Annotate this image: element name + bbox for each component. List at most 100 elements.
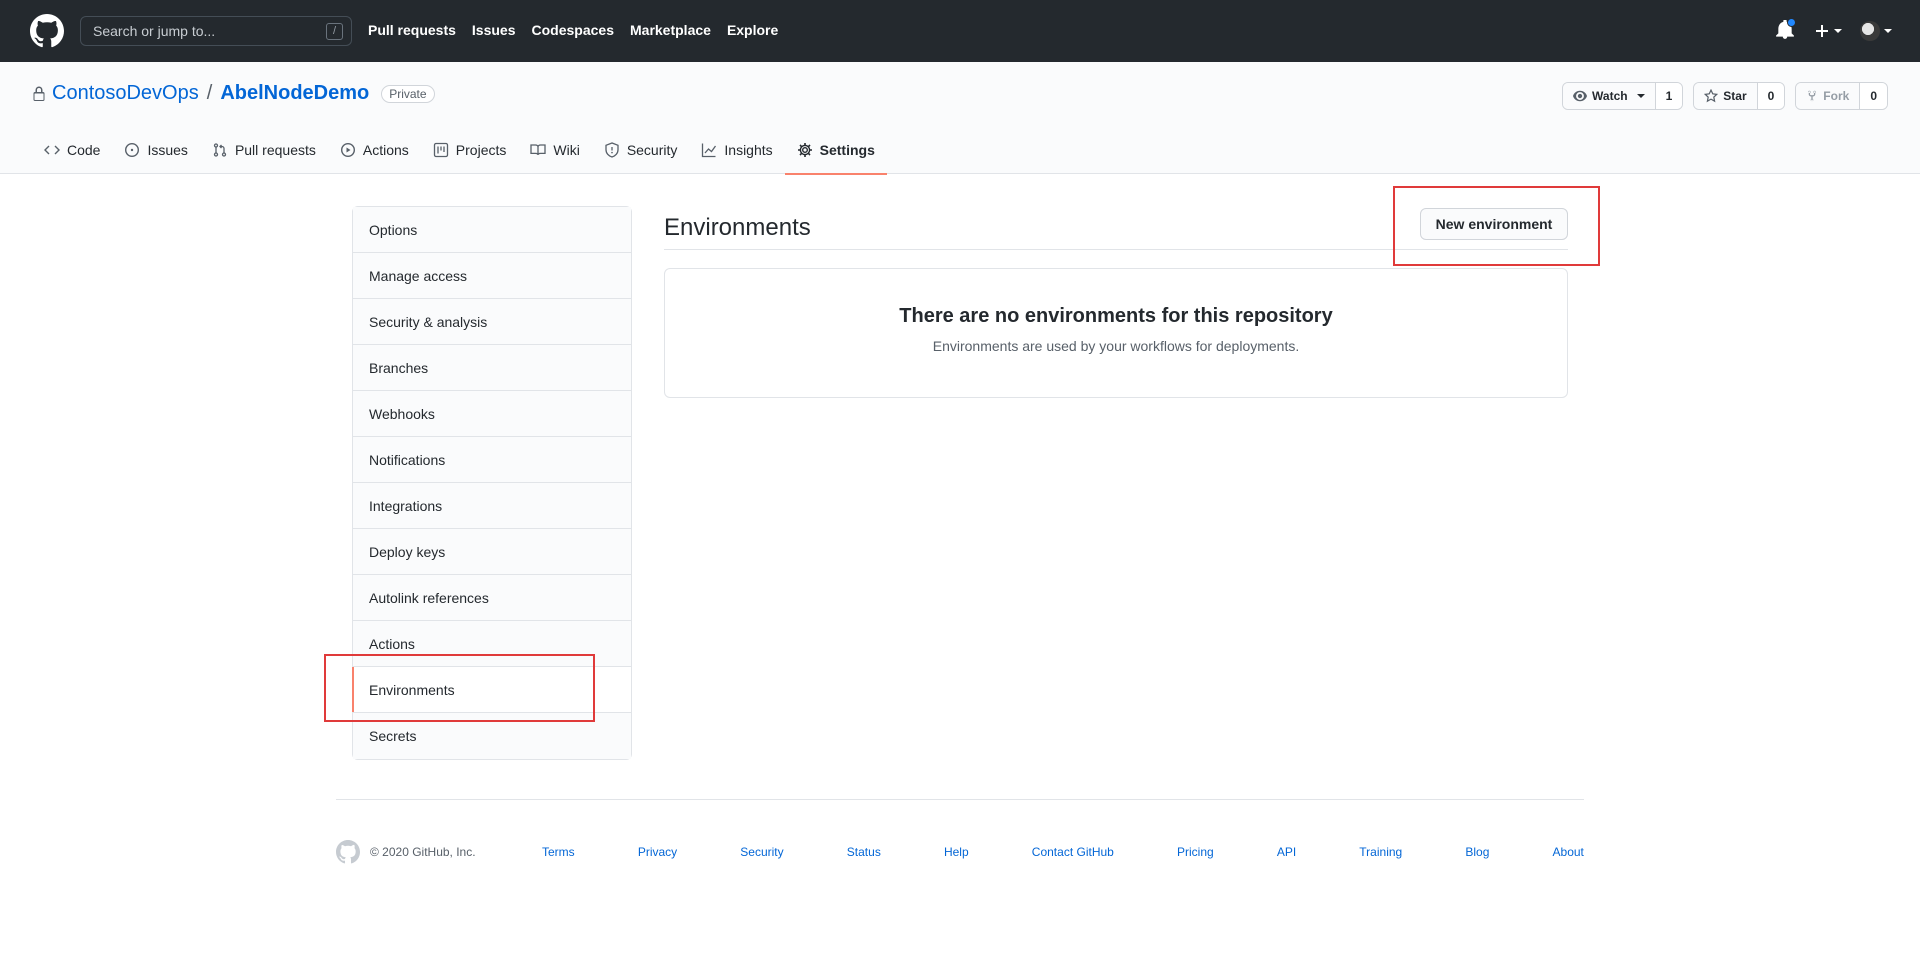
sidebar-item-webhooks[interactable]: Webhooks (353, 391, 631, 437)
github-logo-icon[interactable] (30, 14, 64, 48)
tab-insights[interactable]: Insights (689, 126, 784, 174)
nav-marketplace[interactable]: Marketplace (630, 22, 711, 38)
issue-icon (125, 142, 140, 158)
pull-request-icon (213, 143, 227, 157)
play-icon (340, 142, 355, 158)
search-input[interactable]: Search or jump to... / (80, 16, 352, 46)
watch-count[interactable]: 1 (1655, 83, 1683, 109)
tab-pull-requests[interactable]: Pull requests (200, 126, 328, 174)
chevron-down-icon (1834, 29, 1842, 33)
tab-issues[interactable]: Issues (112, 126, 199, 174)
tab-label: Code (67, 142, 101, 158)
blankslate-text: Environments are used by your workflows … (932, 338, 1300, 354)
tab-actions[interactable]: Actions (328, 126, 421, 174)
nav-issues[interactable]: Issues (472, 22, 516, 38)
sidebar-item-branches[interactable]: Branches (353, 345, 631, 391)
star-count[interactable]: 0 (1757, 83, 1785, 109)
tab-label: Issues (147, 142, 188, 158)
tab-label: Wiki (553, 142, 580, 158)
sidebar-item-actions[interactable]: Actions (353, 621, 631, 667)
chevron-down-icon (1884, 29, 1892, 33)
settings-sidebar: Options Manage access Security & analysi… (352, 206, 632, 760)
sidebar-item-integrations[interactable]: Integrations (353, 483, 631, 529)
nav-pull-requests[interactable]: Pull requests (368, 22, 456, 38)
footer-link-help[interactable]: Help (944, 845, 969, 859)
blankslate-title: There are no environments for this repos… (899, 305, 1333, 327)
new-environment-button[interactable]: New environment (1420, 208, 1568, 240)
chevron-down-icon (1636, 94, 1645, 98)
repo-title: ContosoDevOps / AbelNodeDemo Private (32, 82, 435, 105)
repo-nav: Code Issues Pull requests Actions Projec… (32, 126, 888, 175)
fork-button[interactable]: Fork (1796, 83, 1861, 109)
star-icon (1704, 89, 1719, 103)
footer-link-contact[interactable]: Contact GitHub (1032, 845, 1114, 859)
tab-label: Projects (455, 142, 507, 158)
eye-icon (1573, 90, 1588, 102)
fork-label: Fork (1823, 89, 1850, 103)
book-icon (530, 144, 547, 156)
watch-button-group: Watch 1 (1562, 82, 1684, 110)
repo-actions: Watch 1 Star 0 Fork 0 (1562, 82, 1888, 110)
footer-link-security[interactable]: Security (740, 845, 783, 859)
footer-link-privacy[interactable]: Privacy (638, 845, 677, 859)
graph-icon (702, 143, 717, 158)
fork-count[interactable]: 0 (1860, 83, 1887, 109)
notifications-button[interactable] (1776, 18, 1796, 42)
sidebar-item-options[interactable]: Options (353, 207, 631, 253)
nav-codespaces[interactable]: Codespaces (532, 22, 614, 38)
title-divider (664, 249, 1568, 250)
tab-label: Pull requests (234, 142, 316, 158)
tab-projects[interactable]: Projects (421, 126, 519, 174)
nav-explore[interactable]: Explore (727, 22, 778, 38)
plus-icon (1816, 25, 1828, 37)
project-icon (433, 142, 448, 158)
sidebar-item-secrets[interactable]: Secrets (353, 713, 631, 759)
sidebar-item-deploy-keys[interactable]: Deploy keys (353, 529, 631, 575)
sidebar-item-autolink-references[interactable]: Autolink references (353, 575, 631, 621)
sidebar-item-manage-access[interactable]: Manage access (353, 253, 631, 299)
tab-wiki[interactable]: Wiki (518, 126, 591, 174)
tab-label: Insights (724, 142, 773, 158)
repo-separator: / (206, 82, 213, 104)
star-button-group: Star 0 (1693, 82, 1786, 110)
header-actions (1776, 18, 1892, 42)
footer-link-pricing[interactable]: Pricing (1177, 845, 1214, 859)
footer-link-training[interactable]: Training (1359, 845, 1402, 859)
sidebar-item-notifications[interactable]: Notifications (353, 437, 631, 483)
blankslate: There are no environments for this repos… (664, 268, 1568, 398)
repo-name-link[interactable]: AbelNodeDemo (220, 82, 369, 105)
watch-label: Watch (1592, 89, 1628, 103)
footer-link-status[interactable]: Status (847, 845, 881, 859)
code-icon (44, 145, 60, 155)
repo-owner-link[interactable]: ContosoDevOps (52, 82, 199, 105)
tab-settings[interactable]: Settings (784, 126, 888, 175)
sidebar-item-security-analysis[interactable]: Security & analysis (353, 299, 631, 345)
create-new-button[interactable] (1814, 23, 1842, 39)
user-menu-button[interactable] (1860, 21, 1892, 41)
watch-button[interactable]: Watch (1563, 83, 1656, 109)
github-mark-icon[interactable] (336, 840, 360, 864)
footer: © 2020 GitHub, Inc. Terms Privacy Securi… (336, 840, 1584, 864)
footer-link-api[interactable]: API (1277, 845, 1296, 859)
star-button[interactable]: Star (1694, 83, 1758, 109)
search-placeholder: Search or jump to... (93, 23, 216, 39)
tab-label: Security (626, 142, 678, 158)
avatar (1860, 21, 1880, 41)
lock-icon (33, 86, 45, 101)
footer-link-about[interactable]: About (1553, 845, 1584, 859)
global-nav: Pull requests Issues Codespaces Marketpl… (368, 22, 778, 38)
footer-link-terms[interactable]: Terms (542, 845, 575, 859)
fork-icon (1808, 90, 1817, 102)
tab-label: Actions (362, 142, 409, 158)
footer-link-blog[interactable]: Blog (1465, 845, 1489, 859)
star-label: Star (1723, 89, 1747, 103)
repository-header: ContosoDevOps / AbelNodeDemo Private Wat… (0, 62, 1920, 175)
tab-code[interactable]: Code (32, 126, 112, 174)
global-header: Search or jump to... / Pull requests Iss… (0, 0, 1920, 62)
shield-icon (605, 142, 619, 158)
sidebar-item-environments[interactable]: Environments (352, 667, 631, 713)
footer-links: Terms Privacy Security Status Help Conta… (542, 845, 1584, 859)
tab-security[interactable]: Security (592, 126, 690, 174)
search-shortcut-key: / (326, 23, 343, 40)
tab-label: Settings (819, 142, 875, 158)
